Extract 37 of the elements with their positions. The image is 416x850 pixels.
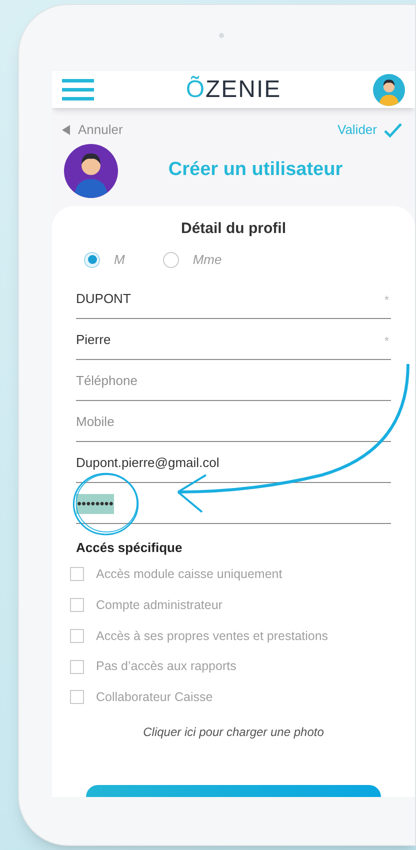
field-value: •••••••• (76, 494, 114, 514)
profile-avatar (64, 144, 118, 198)
field-placeholder: Mobile (76, 413, 114, 431)
radio-button[interactable] (84, 252, 100, 268)
page-title: Créer un utilisateur (167, 158, 344, 182)
checkbox-label: Accès à ses propres ventes et prestations (96, 628, 328, 645)
field-placeholder: Téléphone (76, 372, 138, 390)
menu-icon[interactable] (62, 78, 94, 100)
field-value: DUPONT (76, 290, 131, 308)
text-field[interactable]: •••••••• (76, 482, 391, 524)
checkbox[interactable] (70, 567, 84, 582)
checkbox-label: Accès module caisse uniquement (96, 566, 282, 583)
checkbox[interactable] (70, 598, 84, 612)
action-button[interactable] (86, 785, 381, 797)
text-field[interactable]: DUPONT * (76, 278, 391, 318)
radio-button[interactable] (162, 252, 179, 268)
checkbox[interactable] (70, 628, 84, 643)
text-field[interactable]: Dupont.pierre@gmail.col (76, 442, 391, 482)
field-value: Dupont.pierre@gmail.col (76, 454, 220, 472)
upload-photo-link[interactable]: Cliquer ici pour charger une photo (143, 722, 324, 741)
section-heading: Accés spécifique (76, 538, 184, 557)
check-icon (383, 122, 403, 138)
required-marker: * (384, 332, 389, 350)
checkbox[interactable] (70, 690, 84, 704)
back-arrow-icon (62, 124, 70, 135)
checkbox-label: Pas d’accès aux rapports (96, 658, 236, 676)
checkbox-label: Compte administrateur (96, 596, 222, 614)
logo: ÕZENIE (186, 78, 282, 102)
field-value: Pierre (76, 331, 111, 349)
text-field[interactable]: Pierre * (76, 318, 391, 360)
user-avatar (372, 74, 405, 106)
radio-label: Mme (192, 251, 222, 269)
radio-label: M (114, 251, 125, 269)
card-heading: Détail du profil (181, 218, 286, 238)
checkbox-label: Collaborateur Caisse (96, 689, 213, 706)
checkbox[interactable] (70, 660, 84, 674)
required-marker: * (384, 292, 389, 308)
